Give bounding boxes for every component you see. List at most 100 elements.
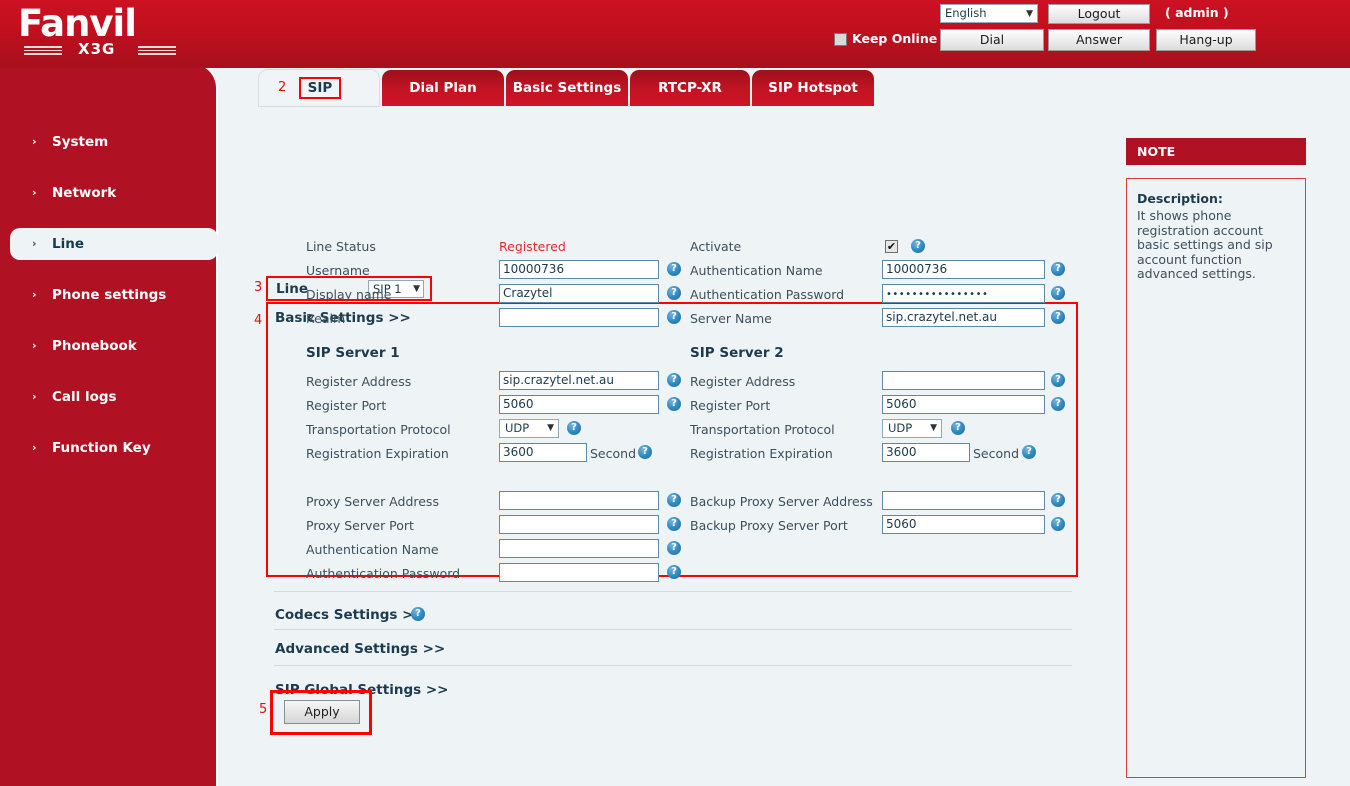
sip-server-2-title: SIP Server 2	[690, 345, 784, 361]
transport-protocol-1-select[interactable]: UDP ▼	[499, 419, 559, 438]
activate-checkbox[interactable]: ✔	[885, 240, 898, 253]
transport-protocol-1-label: Transportation Protocol	[306, 422, 451, 437]
proxy-server-port-input[interactable]	[499, 515, 659, 534]
answer-button[interactable]: Answer	[1048, 29, 1150, 51]
help-icon[interactable]: ?	[667, 310, 681, 324]
help-icon[interactable]: ?	[1051, 493, 1065, 507]
tab-dial-plan[interactable]: Dial Plan	[382, 70, 504, 106]
basic-settings-highlight	[266, 302, 1078, 577]
proxy-auth-password-label: Authentication Password	[306, 566, 461, 581]
realm-label: Realm	[306, 311, 346, 326]
auth-password-input[interactable]: ••••••••••••••••	[882, 284, 1045, 303]
help-icon[interactable]: ?	[1051, 373, 1065, 387]
sidebar-item-call-logs[interactable]: › Call logs	[10, 381, 218, 413]
sidebar-item-function-key[interactable]: › Function Key	[10, 432, 218, 464]
sidebar-item-system[interactable]: › System	[10, 126, 218, 158]
proxy-auth-name-input[interactable]	[499, 539, 659, 558]
language-select[interactable]: English ▼	[940, 4, 1038, 23]
help-icon[interactable]: ?	[667, 493, 681, 507]
line-status-value: Registered	[499, 239, 566, 254]
help-icon[interactable]: ?	[1051, 517, 1065, 531]
advanced-settings-section[interactable]: Advanced Settings >>	[275, 641, 445, 657]
register-address-1-input[interactable]: sip.crazytel.net.au	[499, 371, 659, 390]
username-input[interactable]: 10000736	[499, 260, 659, 279]
auth-name-input[interactable]: 10000736	[882, 260, 1045, 279]
backup-proxy-port-input[interactable]: 5060	[882, 515, 1045, 534]
server-name-input[interactable]: sip.crazytel.net.au	[882, 308, 1045, 327]
help-icon[interactable]: ?	[638, 445, 652, 459]
display-name-input[interactable]: Crazytel	[499, 284, 659, 303]
backup-proxy-address-input[interactable]	[882, 491, 1045, 510]
chevron-right-icon: ›	[32, 288, 37, 301]
tab-sip-label: SIP	[307, 80, 333, 96]
help-icon[interactable]: ?	[1051, 397, 1065, 411]
proxy-auth-name-label: Authentication Name	[306, 542, 439, 557]
chevron-right-icon: ›	[32, 390, 37, 403]
help-icon[interactable]: ?	[1051, 286, 1065, 300]
codecs-settings-section[interactable]: Codecs Settings >>	[275, 607, 425, 623]
sidebar-item-label: Call logs	[52, 389, 117, 405]
apply-button[interactable]: Apply	[284, 700, 360, 724]
help-icon[interactable]: ?	[667, 541, 681, 555]
help-icon[interactable]: ?	[667, 373, 681, 387]
register-port-1-input[interactable]: 5060	[499, 395, 659, 414]
header-controls: English ▼ Logout ( admin ) Keep Online D…	[820, 3, 1340, 61]
chevron-right-icon: ›	[32, 441, 37, 454]
help-icon[interactable]: ?	[951, 421, 965, 435]
logo-bars-left-icon	[24, 46, 62, 55]
divider	[274, 665, 1072, 666]
sidebar-item-network[interactable]: › Network	[10, 177, 218, 209]
transport-protocol-2-select[interactable]: UDP ▼	[882, 419, 942, 438]
registration-expiration-2-unit: Second	[973, 446, 1020, 461]
proxy-server-address-input[interactable]	[499, 491, 659, 510]
auth-name-label: Authentication Name	[690, 263, 823, 278]
line-step-marker: 3	[254, 280, 263, 295]
backup-proxy-address-label: Backup Proxy Server Address	[690, 494, 873, 509]
registration-expiration-1-unit: Second	[590, 446, 637, 461]
app-header: Fanvil X3G English ▼ Logout ( admin ) Ke…	[0, 0, 1350, 68]
tab-sip-hotspot[interactable]: SIP Hotspot	[752, 70, 874, 106]
tab-sip-highlight: SIP	[299, 77, 341, 99]
register-port-2-input[interactable]: 5060	[882, 395, 1045, 414]
chevron-right-icon: ›	[32, 237, 37, 250]
tab-rtcp-xr[interactable]: RTCP-XR	[630, 70, 750, 106]
brand-name: Fanvil	[18, 2, 137, 45]
sidebar-item-phone-settings[interactable]: › Phone settings	[10, 279, 218, 311]
activate-label: Activate	[690, 239, 742, 254]
sidebar-item-phonebook[interactable]: › Phonebook	[10, 330, 218, 362]
server-name-label: Server Name	[690, 311, 772, 326]
register-address-2-label: Register Address	[690, 374, 796, 389]
keep-online-checkbox[interactable]	[834, 33, 847, 46]
sidebar-item-label: Function Key	[52, 440, 151, 456]
note-panel-body: Description: It shows phone registration…	[1126, 178, 1306, 778]
note-panel-header: NOTE	[1126, 138, 1306, 165]
help-icon[interactable]: ?	[667, 565, 681, 579]
line-label: Line	[276, 281, 308, 297]
help-icon[interactable]: ?	[667, 262, 681, 276]
language-select-value: English	[945, 6, 987, 20]
registration-expiration-2-input[interactable]: 3600	[882, 443, 970, 462]
dial-button[interactable]: Dial	[940, 29, 1044, 51]
divider	[274, 591, 1072, 592]
chevron-right-icon: ›	[32, 186, 37, 199]
tab-basic-settings[interactable]: Basic Settings	[506, 70, 628, 106]
sidebar-item-line[interactable]: › Line	[10, 228, 218, 260]
help-icon[interactable]: ?	[1051, 310, 1065, 324]
hangup-button[interactable]: Hang-up	[1156, 29, 1256, 51]
help-icon[interactable]: ?	[411, 607, 425, 621]
tab-sip[interactable]: 2 SIP	[259, 70, 379, 106]
realm-input[interactable]	[499, 308, 659, 327]
proxy-auth-password-input[interactable]	[499, 563, 659, 582]
register-address-2-input[interactable]	[882, 371, 1045, 390]
help-icon[interactable]: ?	[667, 286, 681, 300]
tab-step-marker: 2	[278, 80, 287, 95]
help-icon[interactable]: ?	[567, 421, 581, 435]
chevron-right-icon: ›	[32, 135, 37, 148]
help-icon[interactable]: ?	[667, 397, 681, 411]
help-icon[interactable]: ?	[1051, 262, 1065, 276]
logout-button[interactable]: Logout	[1048, 4, 1150, 24]
help-icon[interactable]: ?	[911, 239, 925, 253]
registration-expiration-1-input[interactable]: 3600	[499, 443, 587, 462]
help-icon[interactable]: ?	[667, 517, 681, 531]
help-icon[interactable]: ?	[1022, 445, 1036, 459]
